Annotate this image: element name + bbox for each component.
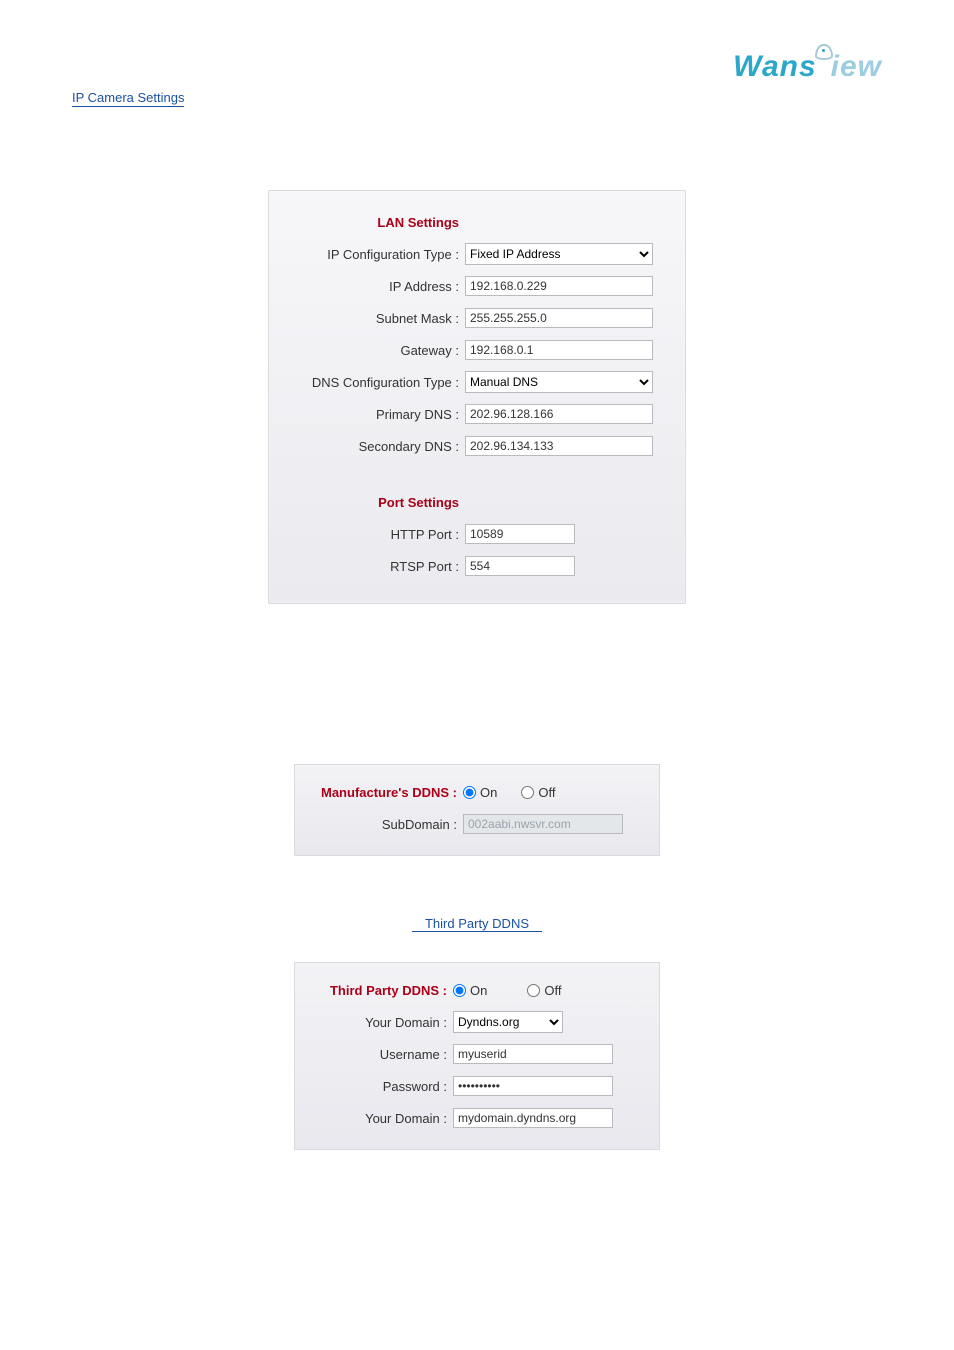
subnet-mask-input[interactable] (465, 308, 653, 328)
ip-address-input[interactable] (465, 276, 653, 296)
third-party-ddns-radio-group: On Off (453, 983, 647, 998)
http-port-input[interactable] (465, 524, 575, 544)
ip-address-label: IP Address : (281, 279, 465, 294)
your-domain-input[interactable] (453, 1108, 613, 1128)
dns-config-type-label: DNS Configuration Type : (281, 375, 465, 390)
ip-config-type-select[interactable]: Fixed IP Address (465, 243, 653, 265)
subdomain-label: SubDomain : (307, 817, 463, 832)
subdomain-input (463, 814, 623, 834)
rtsp-port-label: RTSP Port : (281, 559, 465, 574)
brand-prefix: Wans (733, 50, 816, 83)
secondary-dns-label: Secondary DNS : (281, 439, 465, 454)
lan-port-panel: LAN Settings IP Configuration Type : Fix… (268, 190, 686, 604)
brand-logo: Wansiew (733, 50, 882, 84)
password-input[interactable] (453, 1076, 613, 1096)
eye-icon (815, 44, 833, 60)
third-party-ddns-on-radio[interactable] (453, 984, 466, 997)
username-label: Username : (307, 1047, 453, 1062)
primary-dns-label: Primary DNS : (281, 407, 465, 422)
manufacture-ddns-off-radio[interactable] (521, 786, 534, 799)
manufacture-ddns-radio-group: On Off (463, 785, 647, 800)
your-domain-label: Your Domain : (307, 1111, 453, 1126)
third-party-ddns-panel: Third Party DDNS : On Off Your Domain : (294, 962, 660, 1150)
third-party-ddns-on-label: On (470, 983, 487, 998)
dns-config-type-select[interactable]: Manual DNS (465, 371, 653, 393)
manufacture-ddns-title: Manufacture's DDNS : (307, 785, 463, 800)
password-label: Password : (307, 1079, 453, 1094)
secondary-dns-input[interactable] (465, 436, 653, 456)
rtsp-port-input[interactable] (465, 556, 575, 576)
port-settings-title: Port Settings (281, 495, 465, 510)
ip-config-type-label: IP Configuration Type : (281, 247, 465, 262)
domain-provider-label: Your Domain : (307, 1015, 453, 1030)
lan-settings-title: LAN Settings (281, 215, 465, 230)
gateway-input[interactable] (465, 340, 653, 360)
third-party-ddns-title: Third Party DDNS : (307, 983, 453, 998)
subnet-mask-label: Subnet Mask : (281, 311, 465, 326)
primary-dns-input[interactable] (465, 404, 653, 424)
third-party-ddns-off-label: Off (544, 983, 561, 998)
brand-suffix: iew (831, 50, 882, 83)
third-party-ddns-link[interactable]: Third Party DDNS (412, 916, 542, 932)
top-link[interactable]: IP Camera Settings (72, 90, 184, 107)
domain-provider-select[interactable]: Dyndns.org (453, 1011, 563, 1033)
manufacture-ddns-on-label: On (480, 785, 497, 800)
http-port-label: HTTP Port : (281, 527, 465, 542)
username-input[interactable] (453, 1044, 613, 1064)
gateway-label: Gateway : (281, 343, 465, 358)
manufacture-ddns-panel: Manufacture's DDNS : On Off SubDomain : (294, 764, 660, 856)
third-party-ddns-off-radio[interactable] (527, 984, 540, 997)
manufacture-ddns-off-label: Off (538, 785, 555, 800)
manufacture-ddns-on-radio[interactable] (463, 786, 476, 799)
